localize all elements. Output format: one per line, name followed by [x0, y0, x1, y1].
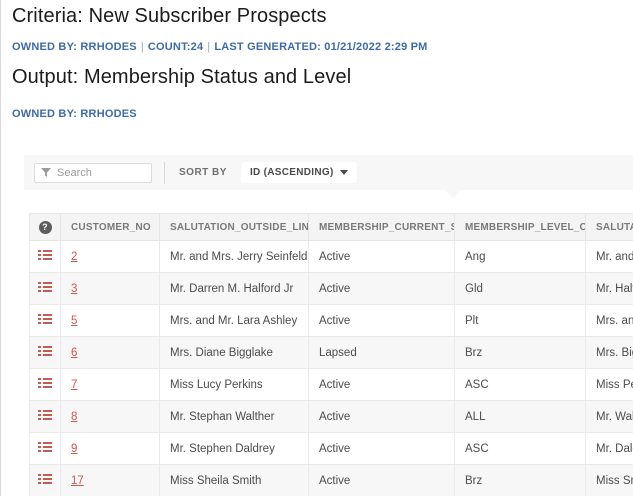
membership-level-cell: ALL: [455, 401, 586, 433]
membership-level-cell: ASC: [455, 369, 586, 401]
membership-status-cell: Active: [309, 401, 455, 433]
table-row: 17 Miss Sheila Smith Active Brz Miss Smi…: [30, 465, 633, 496]
row-details-icon[interactable]: [38, 409, 52, 424]
row-details-icon[interactable]: [38, 249, 52, 264]
salutation-inside-cell: Mr. Walther: [586, 401, 633, 433]
output-meta: OWNED BY: RRHODES: [12, 108, 137, 120]
sort-dropdown[interactable]: ID (ASCENDING): [241, 162, 357, 183]
toolbar-notch: [445, 190, 461, 198]
sort-dropdown-value: ID (ASCENDING): [250, 167, 334, 178]
table-row: 5 Mrs. and Mr. Lara Ashley Active Plt Mr…: [30, 305, 633, 337]
filter-icon: [41, 168, 52, 178]
salutation-outside-cell: Mr. Stephen Daldrey: [160, 433, 309, 465]
salutation-inside-cell: Miss Smith: [586, 465, 633, 496]
row-details-icon[interactable]: [38, 377, 52, 392]
membership-status-cell: Active: [309, 241, 455, 273]
meta-separator: |: [203, 41, 214, 53]
column-header-customer-no: CUSTOMER_NO: [61, 214, 160, 241]
membership-level-cell: Brz: [455, 337, 586, 369]
toolbar-divider: [164, 162, 165, 184]
customer-no-link[interactable]: 17: [71, 475, 84, 487]
criteria-last-generated: LAST GENERATED: 01/21/2022 2:29 PM: [214, 41, 427, 53]
table-row: 9 Mr. Stephen Daldrey Active ASC Mr. Dal…: [30, 433, 633, 465]
results-toolbar: SORT BY ID (ASCENDING): [24, 155, 633, 190]
results-table-container: ? CUSTOMER_NO SALUTATION_OUTSIDE_LINE1 M…: [29, 213, 633, 496]
search-box[interactable]: [34, 163, 152, 183]
salutation-inside-cell: Miss Perkins: [586, 369, 633, 401]
membership-level-cell: Gld: [455, 273, 586, 305]
customer-no-link[interactable]: 9: [71, 443, 77, 455]
table-header-row: ? CUSTOMER_NO SALUTATION_OUTSIDE_LINE1 M…: [30, 214, 633, 241]
table-row: 6 Mrs. Diane Bigglake Lapsed Brz Mrs. Bi…: [30, 337, 633, 369]
salutation-outside-cell: Miss Lucy Perkins: [160, 369, 309, 401]
query-results-page: { "header": { "criteria_title": "Criteri…: [0, 0, 633, 496]
table-row: 7 Miss Lucy Perkins Active ASC Miss Perk…: [30, 369, 633, 401]
search-input[interactable]: [57, 167, 145, 179]
membership-status-cell: Active: [309, 273, 455, 305]
customer-no-link[interactable]: 5: [71, 315, 77, 327]
membership-status-cell: Active: [309, 305, 455, 337]
criteria-owned-by: OWNED BY: RRHODES: [12, 41, 137, 53]
help-column-header: ?: [30, 214, 61, 241]
membership-status-cell: Lapsed: [309, 337, 455, 369]
customer-no-link[interactable]: 2: [71, 251, 77, 263]
column-header-membership-level-code: MEMBERSHIP_LEVEL_CODE: [455, 214, 586, 241]
membership-level-cell: Plt: [455, 305, 586, 337]
salutation-outside-cell: Mrs. and Mr. Lara Ashley: [160, 305, 309, 337]
salutation-outside-cell: Mrs. Diane Bigglake: [160, 337, 309, 369]
criteria-meta: OWNED BY: RRHODES|COUNT:24|LAST GENERATE…: [12, 41, 428, 53]
column-header-salutation-inside-line1: SALUTATION_INSIDE_LINE1: [586, 214, 633, 241]
salutation-inside-cell: Mrs. and Mr. Ashley: [586, 305, 633, 337]
membership-status-cell: Active: [309, 433, 455, 465]
sort-by-label: SORT BY: [179, 167, 227, 178]
column-header-salutation-outside-line1: SALUTATION_OUTSIDE_LINE1: [160, 214, 309, 241]
meta-separator: |: [137, 41, 148, 53]
customer-no-link[interactable]: 8: [71, 411, 77, 423]
membership-level-cell: Brz: [455, 465, 586, 496]
salutation-inside-cell: Mr. Halford: [586, 273, 633, 305]
results-table: ? CUSTOMER_NO SALUTATION_OUTSIDE_LINE1 M…: [29, 213, 633, 496]
salutation-outside-cell: Mr. Darren M. Halford Jr: [160, 273, 309, 305]
salutation-inside-cell: Mr. Daldrey: [586, 433, 633, 465]
salutation-inside-cell: Mrs. Bigglake: [586, 337, 633, 369]
table-row: 3 Mr. Darren M. Halford Jr Active Gld Mr…: [30, 273, 633, 305]
membership-level-cell: ASC: [455, 433, 586, 465]
output-owned-by: OWNED BY: RRHODES: [12, 108, 137, 120]
salutation-inside-cell: Mr. and Mrs. Seinfeld: [586, 241, 633, 273]
salutation-outside-cell: Mr. and Mrs. Jerry Seinfeld: [160, 241, 309, 273]
column-header-membership-current-status: MEMBERSHIP_CURRENT_STATUS: [309, 214, 455, 241]
row-details-icon[interactable]: [38, 281, 52, 296]
criteria-count: COUNT:24: [148, 41, 203, 53]
table-row: 8 Mr. Stephan Walther Active ALL Mr. Wal…: [30, 401, 633, 433]
criteria-title: Criteria: New Subscriber Prospects: [12, 5, 327, 28]
row-details-icon[interactable]: [38, 441, 52, 456]
row-details-icon[interactable]: [38, 313, 52, 328]
membership-status-cell: Active: [309, 465, 455, 496]
salutation-outside-cell: Mr. Stephan Walther: [160, 401, 309, 433]
table-row: 2 Mr. and Mrs. Jerry Seinfeld Active Ang…: [30, 241, 633, 273]
row-details-icon[interactable]: [38, 345, 52, 360]
customer-no-link[interactable]: 3: [71, 283, 77, 295]
help-icon[interactable]: ?: [39, 221, 52, 234]
salutation-outside-cell: Miss Sheila Smith: [160, 465, 309, 496]
membership-level-cell: Ang: [455, 241, 586, 273]
row-details-icon[interactable]: [38, 473, 52, 488]
membership-status-cell: Active: [309, 369, 455, 401]
customer-no-link[interactable]: 6: [71, 347, 77, 359]
caret-down-icon: [340, 170, 348, 175]
customer-no-link[interactable]: 7: [71, 379, 77, 391]
output-title: Output: Membership Status and Level: [12, 66, 351, 89]
